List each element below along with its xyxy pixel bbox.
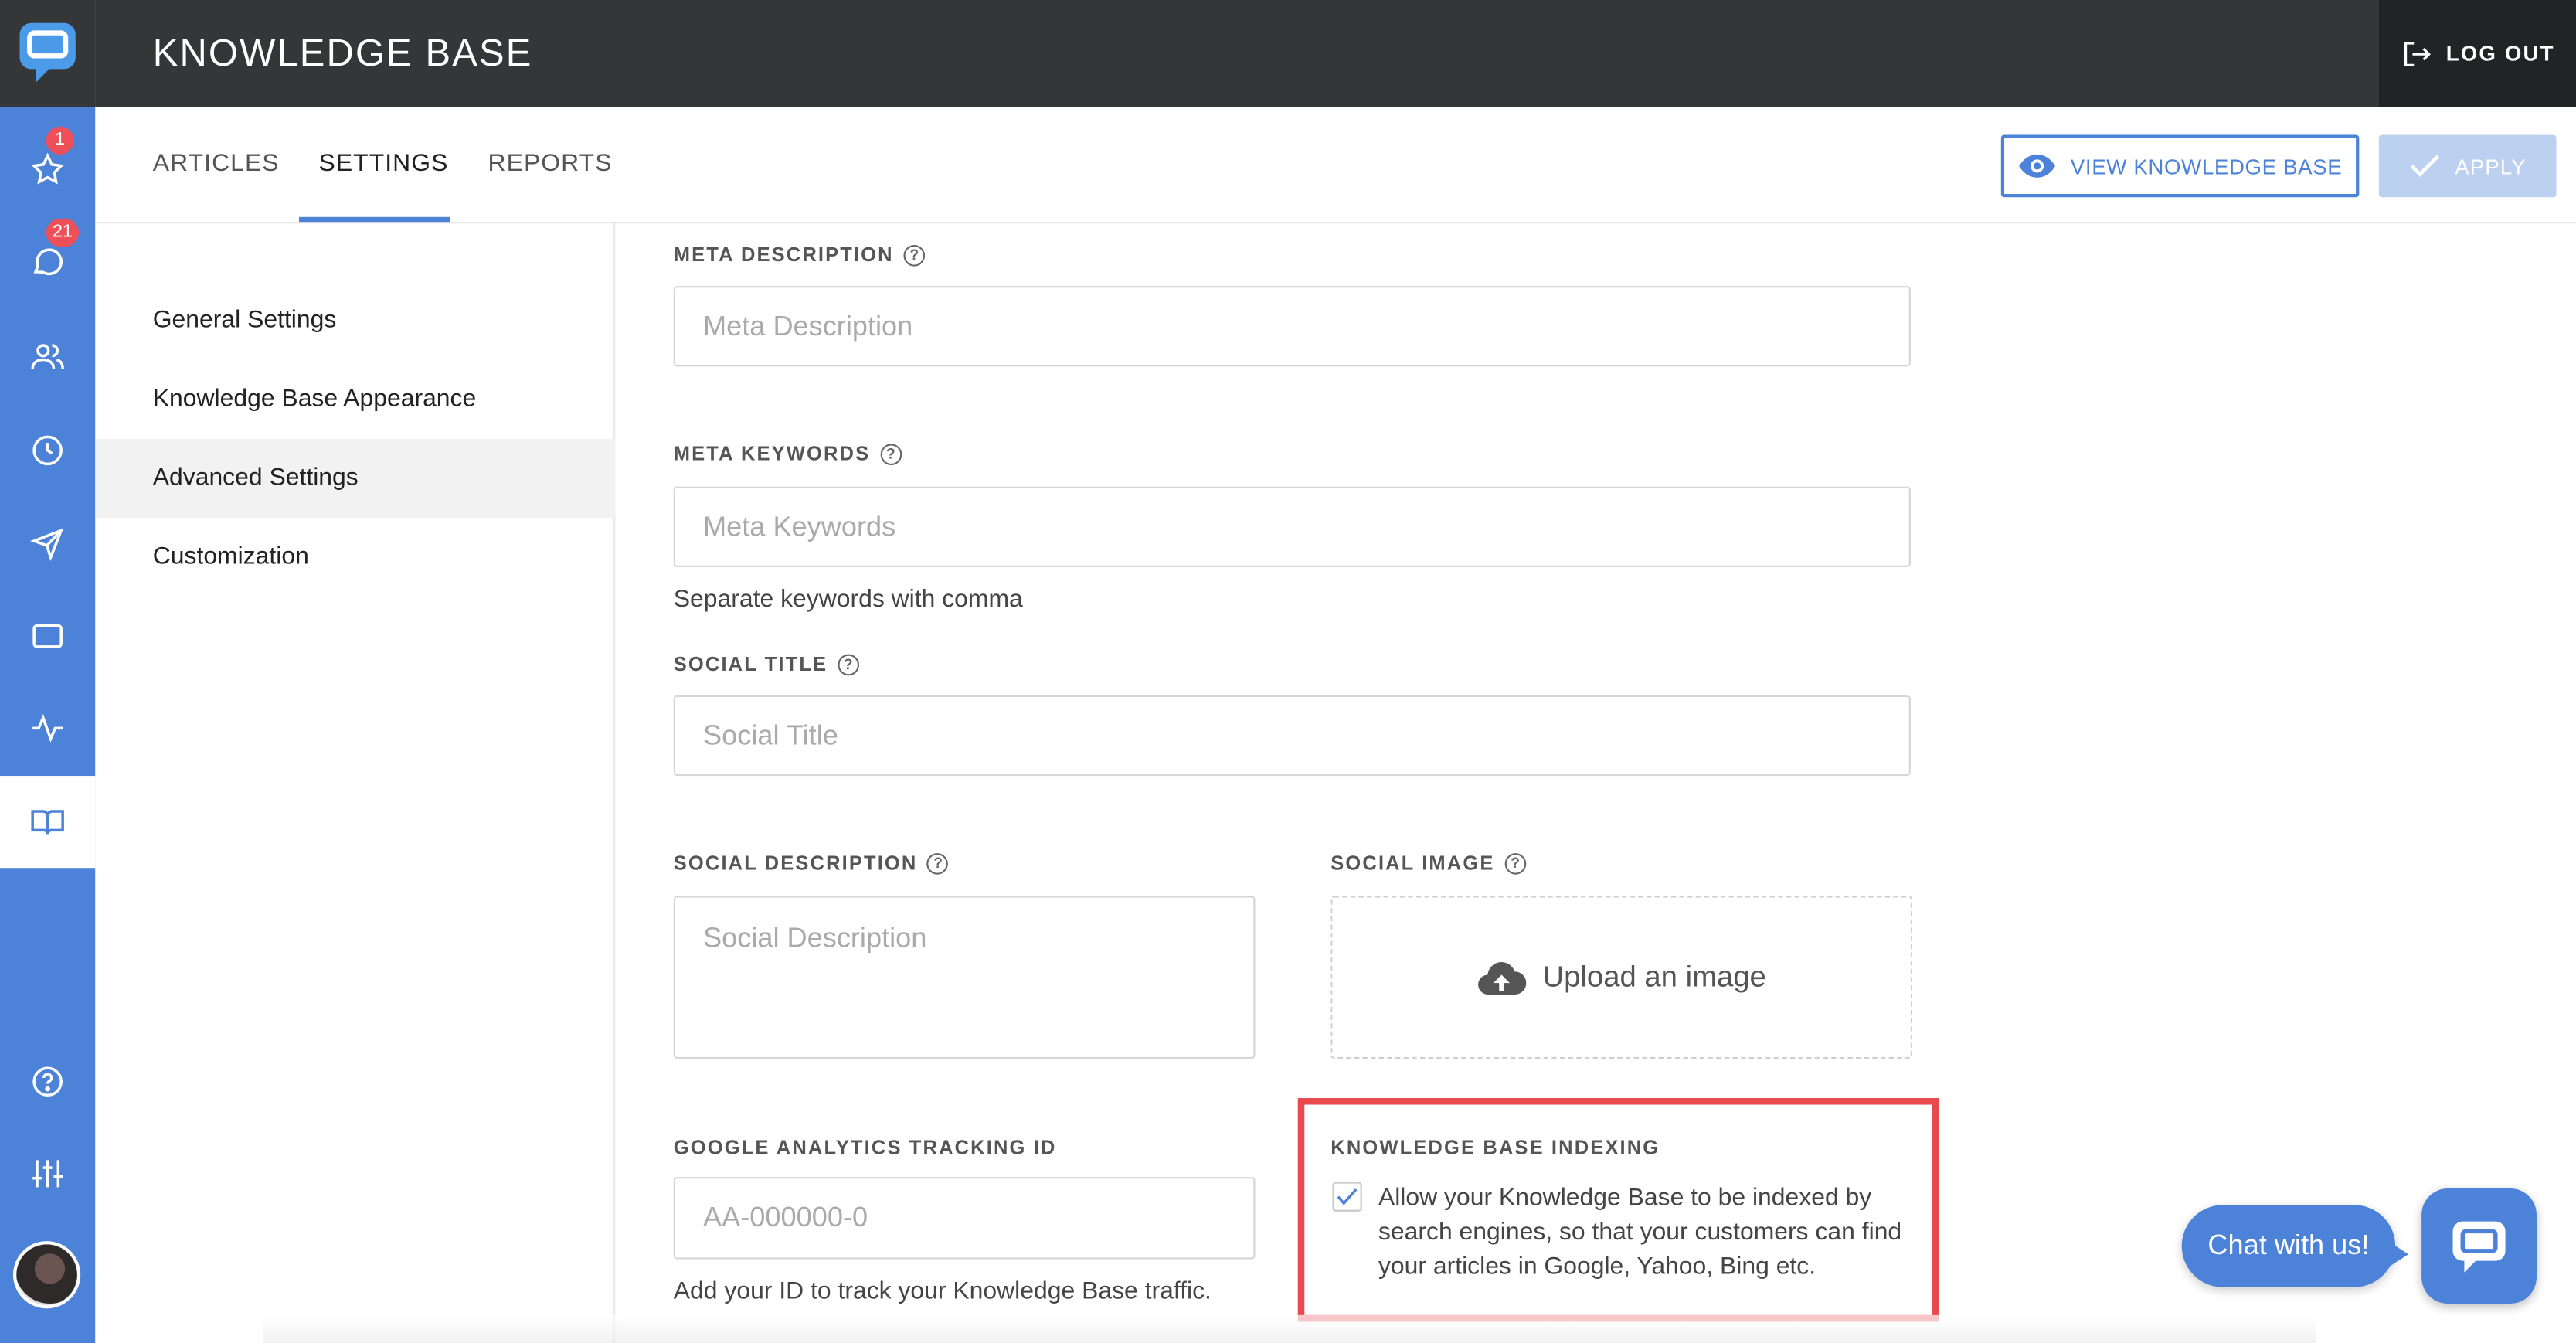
upload-image-dropzone[interactable]: Upload an image <box>1330 896 1912 1059</box>
rail-history[interactable] <box>0 404 95 496</box>
top-bar: KNOWLEDGE BASE LOG OUT <box>95 0 2576 107</box>
chat-bubble-tail <box>2385 1239 2409 1270</box>
ga-tracking-label: GOOGLE ANALYTICS TRACKING ID <box>674 1136 1057 1159</box>
social-description-label: SOCIAL DESCRIPTION ? <box>674 852 949 875</box>
clock-icon <box>32 435 63 466</box>
logout-label: LOG OUT <box>2445 41 2555 66</box>
meta-description-label-text: META DESCRIPTION <box>673 243 894 267</box>
star-icon <box>31 152 64 185</box>
menu-item-advanced-settings[interactable]: Advanced Settings <box>95 438 615 518</box>
menu-item-kb-appearance[interactable]: Knowledge Base Appearance <box>95 360 614 439</box>
ga-tracking-input[interactable]: AA-000000-0 <box>673 1177 1256 1260</box>
advanced-settings-form: META DESCRIPTION ? Meta Description META… <box>616 223 2576 1343</box>
checkmark-icon <box>1337 1188 1358 1205</box>
rail-help[interactable] <box>0 1035 95 1127</box>
help-icon[interactable]: ? <box>879 443 902 464</box>
help-icon[interactable]: ? <box>927 852 949 874</box>
rail-widgets[interactable] <box>0 590 95 682</box>
logout-icon <box>2404 41 2431 66</box>
view-knowledge-base-label: VIEW KNOWLEDGE BASE <box>2070 153 2343 178</box>
starred-badge: 1 <box>46 126 74 155</box>
rail-campaigns[interactable] <box>0 496 95 588</box>
rail-knowledge-base[interactable] <box>0 776 96 869</box>
indexing-label: KNOWLEDGE BASE INDEXING <box>1330 1136 1660 1159</box>
social-description-label-text: SOCIAL DESCRIPTION <box>673 851 918 875</box>
app-window: 1 21 KNOWLEDGE BASE LOG OUT ARTICLES SET… <box>0 0 2576 1343</box>
sliders-icon <box>32 1160 63 1188</box>
sidebar-rail: 1 21 <box>0 0 96 1343</box>
menu-item-customization[interactable]: Customization <box>95 518 614 597</box>
indexing-description: Allow your Knowledge Base to be indexed … <box>1378 1183 1902 1281</box>
indexing-label-text: KNOWLEDGE BASE INDEXING <box>1330 1135 1660 1159</box>
help-icon[interactable]: ? <box>837 653 859 675</box>
send-icon <box>30 528 64 561</box>
help-icon[interactable]: ? <box>903 243 926 266</box>
activity-icon <box>32 713 63 743</box>
chat-widget-button[interactable] <box>2421 1188 2537 1304</box>
meta-description-label: META DESCRIPTION ? <box>673 243 926 267</box>
book-icon <box>31 810 64 835</box>
tab-reports[interactable]: REPORTS <box>488 150 613 178</box>
tab-bar: ARTICLES SETTINGS REPORTS VIEW KNOWLEDGE… <box>95 107 2576 224</box>
rail-settings[interactable] <box>0 1127 95 1219</box>
eye-icon <box>2019 154 2056 178</box>
scroll-shadow <box>263 1314 2317 1343</box>
avatar[interactable] <box>13 1241 81 1309</box>
rail-chats[interactable]: 21 <box>0 216 95 308</box>
rail-customers[interactable] <box>0 311 95 403</box>
menu-item-general-settings[interactable]: General Settings <box>95 281 614 360</box>
page-title: KNOWLEDGE BASE <box>152 31 533 74</box>
settings-menu: General Settings Knowledge Base Appearan… <box>95 223 615 1343</box>
meta-keywords-label: META KEYWORDS ? <box>674 442 902 465</box>
chat-icon <box>33 248 63 276</box>
apply-label: APPLY <box>2455 153 2527 178</box>
window-icon <box>32 624 63 648</box>
social-title-label: SOCIAL TITLE ? <box>673 652 859 676</box>
chat-with-us-bubble[interactable]: Chat with us! <box>2181 1205 2396 1287</box>
app-logo[interactable] <box>0 0 96 107</box>
help-icon <box>32 1066 63 1097</box>
indexing-checkbox[interactable] <box>1332 1182 1362 1212</box>
meta-keywords-input[interactable]: Meta Keywords <box>673 486 1911 567</box>
rail-reports[interactable] <box>0 682 95 774</box>
meta-keywords-label-text: META KEYWORDS <box>673 442 871 466</box>
ga-tracking-hint: Add your ID to track your Knowledge Base… <box>673 1277 1212 1306</box>
tab-articles[interactable]: ARTICLES <box>153 150 280 178</box>
check-icon <box>2411 155 2440 177</box>
tab-settings[interactable]: SETTINGS <box>318 150 448 178</box>
upload-image-label: Upload an image <box>1542 960 1766 993</box>
rail-starred[interactable]: 1 <box>0 124 95 216</box>
chat-logo-icon <box>19 22 76 83</box>
social-image-label: SOCIAL IMAGE ? <box>1330 852 1526 875</box>
social-title-label-text: SOCIAL TITLE <box>673 652 828 676</box>
ga-tracking-label-text: GOOGLE ANALYTICS TRACKING ID <box>673 1135 1057 1159</box>
chats-badge: 21 <box>46 218 80 247</box>
view-knowledge-base-button[interactable]: VIEW KNOWLEDGE BASE <box>2000 134 2360 198</box>
social-title-input[interactable]: Social Title <box>673 695 1911 777</box>
active-tab-indicator <box>298 216 450 223</box>
meta-keywords-hint: Separate keywords with comma <box>673 585 1023 614</box>
social-description-textarea[interactable]: Social Description <box>673 896 1256 1059</box>
chat-widget-icon <box>2452 1221 2506 1273</box>
apply-button[interactable]: APPLY <box>2378 134 2557 198</box>
help-icon[interactable]: ? <box>1504 852 1526 874</box>
logout-button[interactable]: LOG OUT <box>2378 0 2576 107</box>
cloud-upload-icon <box>1478 960 1527 994</box>
social-image-label-text: SOCIAL IMAGE <box>1330 851 1495 875</box>
meta-description-input[interactable]: Meta Description <box>673 286 1911 367</box>
users-icon <box>31 344 64 369</box>
